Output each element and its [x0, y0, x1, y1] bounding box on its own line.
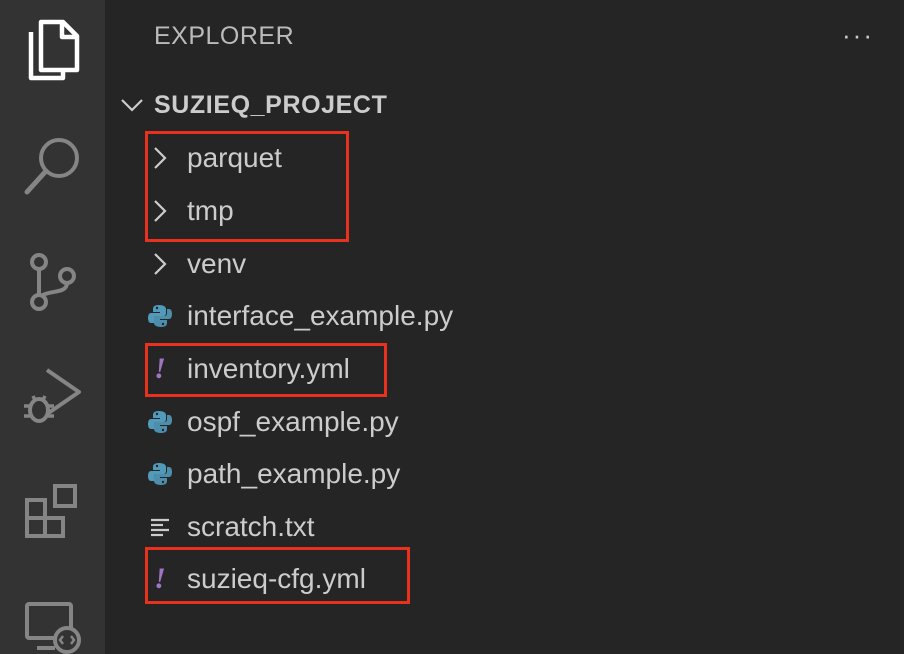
chevron-down-icon — [119, 88, 145, 122]
python-file-icon — [145, 396, 175, 448]
tree-item-path-example-py[interactable]: path_example.py — [145, 448, 400, 500]
tree-item-label: venv — [187, 248, 247, 279]
run-debug-icon[interactable] — [0, 366, 105, 428]
text-file-icon — [145, 501, 175, 553]
highlight-box-inventory — [145, 343, 387, 397]
explorer-title: EXPLORER — [154, 22, 295, 50]
project-name: SUZIEQ_PROJECT — [154, 90, 388, 119]
tree-item-ospf-example-py[interactable]: ospf_example.py — [145, 396, 399, 448]
tree-item-label: interface_example.py — [187, 300, 454, 331]
highlight-box-suzieq-cfg — [145, 547, 410, 604]
tree-item-scratch-txt[interactable]: scratch.txt — [145, 501, 315, 553]
tree-item-venv[interactable]: venv — [145, 238, 246, 290]
explorer-icon[interactable] — [0, 18, 105, 84]
chevron-right-icon — [145, 238, 175, 290]
extensions-icon[interactable] — [0, 482, 105, 542]
activity-bar — [0, 0, 105, 654]
search-icon[interactable] — [0, 136, 105, 196]
source-control-icon[interactable] — [0, 252, 105, 314]
explorer-sidebar: EXPLORER ··· SUZIEQ_PROJECT parquet tmp … — [105, 0, 904, 654]
python-file-icon — [145, 448, 175, 500]
project-folder-header[interactable]: SUZIEQ_PROJECT — [119, 88, 387, 122]
highlight-box-folders — [145, 131, 349, 242]
tree-item-interface-example-py[interactable]: interface_example.py — [145, 290, 453, 342]
python-file-icon — [145, 290, 175, 342]
tree-item-label: scratch.txt — [187, 511, 315, 542]
tree-item-label: path_example.py — [187, 458, 401, 489]
remote-explorer-icon[interactable] — [0, 600, 105, 654]
tree-item-label: ospf_example.py — [187, 406, 399, 437]
more-actions-button[interactable]: ··· — [842, 22, 874, 48]
